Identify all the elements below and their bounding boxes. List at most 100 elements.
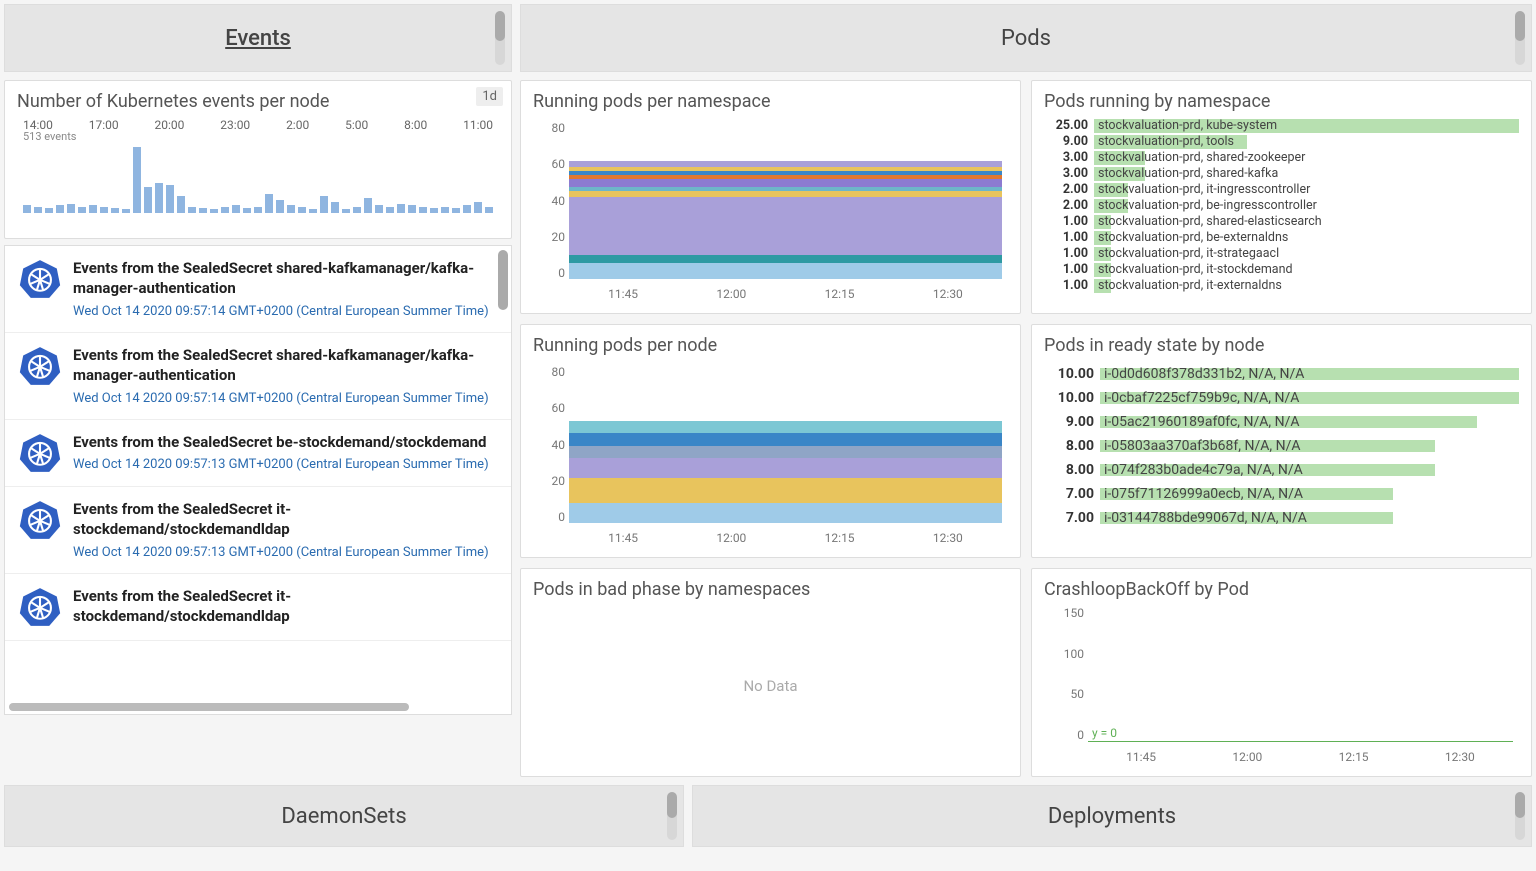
event-title: Events from the SealedSecret be-stockdem… <box>73 432 489 452</box>
scrollbar[interactable] <box>667 792 677 840</box>
toplist-row[interactable]: 1.00 stockvaluation-prd, shared-elastics… <box>1044 214 1519 230</box>
series-stripe <box>569 458 1002 478</box>
bar <box>276 200 284 213</box>
bar <box>441 207 449 213</box>
section-header-daemonsets[interactable]: DaemonSets <box>4 785 684 847</box>
toplist-label: stockvaluation-prd, kube-system <box>1098 118 1277 133</box>
toplist-row[interactable]: 8.00 i-074f283b0ade4c79a, N/A, N/A <box>1044 458 1519 482</box>
event-title: Events from the SealedSecret it-stockdem… <box>73 499 497 540</box>
tick: 80 <box>533 122 565 134</box>
section-title: Pods <box>1001 26 1051 51</box>
series-stripe <box>569 167 1002 171</box>
time-range-badge[interactable]: 1d <box>476 87 503 106</box>
toplist-row[interactable]: 25.00 stockvaluation-prd, kube-system <box>1044 118 1519 134</box>
section-title: Deployments <box>1048 804 1176 829</box>
h-scrollbar[interactable] <box>9 703 409 711</box>
toplist-value: 9.00 <box>1044 134 1088 150</box>
bar <box>452 208 460 213</box>
toplist-row[interactable]: 9.00 stockvaluation-prd, tools <box>1044 134 1519 150</box>
toplist-value: 8.00 <box>1044 438 1094 454</box>
tick: 12:00 <box>716 287 746 301</box>
bar <box>375 205 383 213</box>
bar <box>265 194 273 213</box>
toplist-row[interactable]: 2.00 stockvaluation-prd, be-ingresscontr… <box>1044 198 1519 214</box>
bar <box>45 208 53 213</box>
stacked-area-chart[interactable]: 806040200 11:4512:0012:1512:30 <box>533 362 1008 547</box>
bar <box>463 205 471 213</box>
bar <box>254 207 262 213</box>
bar <box>188 207 196 213</box>
x-tick: 23:00 <box>220 118 250 132</box>
toplist-row[interactable]: 10.00 i-0d0d608f378d331b2, N/A, N/A <box>1044 362 1519 386</box>
bar <box>243 208 251 213</box>
tick: 12:15 <box>1339 750 1369 764</box>
tick: 12:15 <box>825 287 855 301</box>
toplist-value: 1.00 <box>1044 278 1088 294</box>
stacked-area-chart[interactable]: 806040200 11:4512:0012:1512:30 <box>533 118 1008 303</box>
section-header-events[interactable]: Events <box>4 4 512 72</box>
toplist-row[interactable]: 1.00 stockvaluation-prd, be-externaldns <box>1044 230 1519 246</box>
scrollbar[interactable] <box>1515 11 1525 65</box>
kubernetes-icon <box>19 499 61 541</box>
toplist-row[interactable]: 1.00 stockvaluation-prd, it-stockdemand <box>1044 262 1519 278</box>
toplist-label: stockvaluation-prd, be-ingresscontroller <box>1098 198 1317 213</box>
toplist-value: 3.00 <box>1044 166 1088 182</box>
event-item[interactable]: Events from the SealedSecret it-stockdem… <box>5 487 511 574</box>
toplist[interactable]: 25.00 stockvaluation-prd, kube-system9.0… <box>1044 118 1519 296</box>
bar-chart[interactable]: 14:0017:0020:0023:002:005:008:0011:00 51… <box>17 118 499 228</box>
zero-annotation: y = 0 <box>1092 726 1117 740</box>
line-chart[interactable]: 150100500 y = 0 11:4512:0012:1512:30 <box>1044 606 1519 766</box>
series-stripe <box>569 478 1002 488</box>
series-stripe <box>569 488 1002 504</box>
series-stripe <box>569 175 1002 179</box>
toplist-row[interactable]: 7.00 i-075f71126999a0ecb, N/A, N/A <box>1044 482 1519 506</box>
bar <box>430 208 438 213</box>
panel-title: Running pods per node <box>533 335 1008 356</box>
tick: 20 <box>533 475 565 487</box>
toplist-row[interactable]: 10.00 i-0cbaf7225cf759b9c, N/A, N/A <box>1044 386 1519 410</box>
x-tick: 5:00 <box>345 118 368 132</box>
scrollbar[interactable] <box>495 11 505 65</box>
toplist-row[interactable]: 1.00 stockvaluation-prd, it-strategaacl <box>1044 246 1519 262</box>
event-timestamp: Wed Oct 14 2020 09:57:14 GMT+0200 (Centr… <box>73 390 497 408</box>
bar <box>89 205 97 213</box>
event-item[interactable]: Events from the SealedSecret it-stockdem… <box>5 574 511 641</box>
toplist-row[interactable]: 7.00 i-03144788bde99067d, N/A, N/A <box>1044 506 1519 530</box>
toplist-row[interactable]: 3.00 stockvaluation-prd, shared-kafka <box>1044 166 1519 182</box>
event-item[interactable]: Events from the SealedSecret shared-kafk… <box>5 246 511 333</box>
toplist-row[interactable]: 8.00 i-05803aa370af3b68f, N/A, N/A <box>1044 434 1519 458</box>
toplist-value: 9.00 <box>1044 414 1094 430</box>
scrollbar[interactable] <box>498 250 508 310</box>
running-per-node-panel: Running pods per node 806040200 11:4512:… <box>520 324 1021 558</box>
bar <box>56 205 64 213</box>
section-header-deployments[interactable]: Deployments <box>692 785 1532 847</box>
bar <box>397 204 405 213</box>
bar <box>100 207 108 213</box>
bar <box>320 196 328 213</box>
toplist-value: 7.00 <box>1044 510 1094 526</box>
toplist-label: i-03144788bde99067d, N/A, N/A <box>1104 510 1307 526</box>
bar <box>34 207 42 213</box>
toplist-value: 3.00 <box>1044 150 1088 166</box>
toplist-label: i-075f71126999a0ecb, N/A, N/A <box>1104 486 1303 502</box>
x-tick: 2:00 <box>286 118 309 132</box>
toplist-row[interactable]: 1.00 stockvaluation-prd, it-externaldns <box>1044 278 1519 294</box>
scrollbar[interactable] <box>1515 792 1525 840</box>
bar <box>67 204 75 213</box>
toplist[interactable]: 10.00 i-0d0d608f378d331b2, N/A, N/A10.00… <box>1044 362 1519 530</box>
event-item[interactable]: Events from the SealedSecret be-stockdem… <box>5 420 511 487</box>
toplist-row[interactable]: 2.00 stockvaluation-prd, it-ingresscontr… <box>1044 182 1519 198</box>
toplist-label: i-0cbaf7225cf759b9c, N/A, N/A <box>1104 390 1299 406</box>
tick: 12:30 <box>1445 750 1475 764</box>
bar <box>298 207 306 213</box>
toplist-row[interactable]: 9.00 i-05ac21960189af0fc, N/A, N/A <box>1044 410 1519 434</box>
toplist-row[interactable]: 3.00 stockvaluation-prd, shared-zookeepe… <box>1044 150 1519 166</box>
bar <box>144 187 152 213</box>
tick: 0 <box>1044 728 1084 742</box>
bar <box>331 202 339 213</box>
section-header-pods[interactable]: Pods <box>520 4 1532 72</box>
pods-ready-by-node-panel: Pods in ready state by node 10.00 i-0d0d… <box>1031 324 1532 558</box>
tick: 40 <box>533 439 565 451</box>
event-item[interactable]: Events from the SealedSecret shared-kafk… <box>5 333 511 420</box>
series-stripe <box>569 263 1002 279</box>
